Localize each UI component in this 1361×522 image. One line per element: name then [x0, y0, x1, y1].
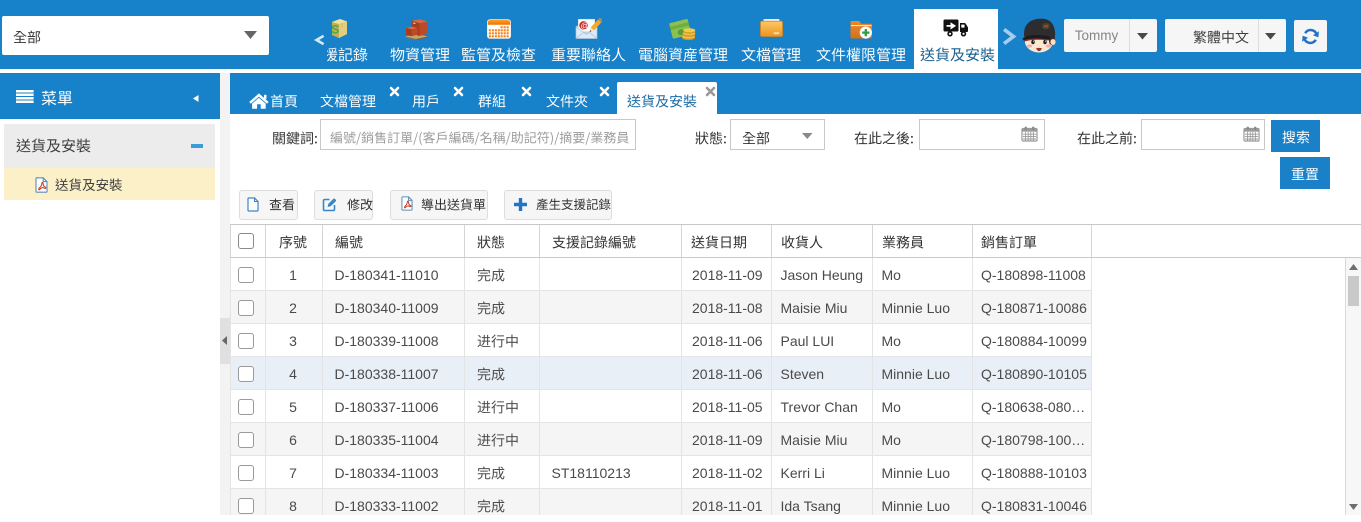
svg-text:@: @ [581, 20, 590, 30]
svg-text:S: S [331, 23, 339, 37]
